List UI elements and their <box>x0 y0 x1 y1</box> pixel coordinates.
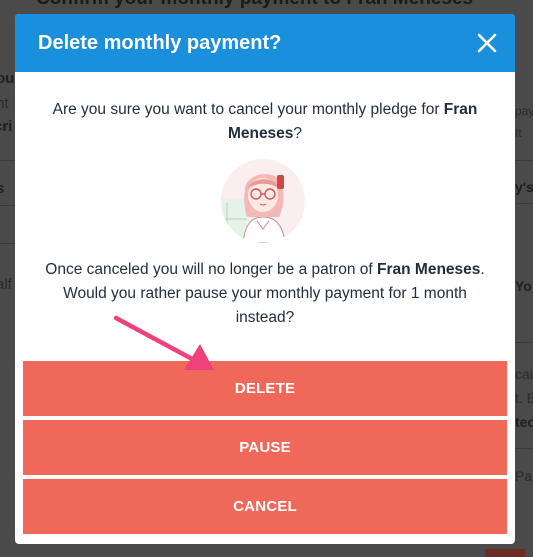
background-fragment: It <box>515 126 522 140</box>
background-fragment: nt <box>0 95 9 112</box>
background-title: Confirm your monthly payment to Fran Men… <box>36 0 473 10</box>
background-fragment: s <box>0 180 5 197</box>
background-divider <box>515 448 533 449</box>
background-divider <box>0 160 15 161</box>
close-icon[interactable] <box>473 29 501 57</box>
background-divider <box>0 205 15 206</box>
delete-payment-dialog: Delete monthly payment? Are you sure you… <box>15 14 515 544</box>
question-suffix: ? <box>293 125 303 142</box>
delete-button[interactable]: DELETE <box>23 361 507 416</box>
background-divider <box>515 342 533 343</box>
creator-avatar <box>221 159 305 243</box>
background-fragment: ou <box>0 70 15 87</box>
background-divider <box>0 243 15 244</box>
background-fragment: alf <box>0 276 12 293</box>
pause-button[interactable]: PAUSE <box>23 420 507 475</box>
cancel-notice: Once canceled you will no longer be a pa… <box>35 258 495 330</box>
background-divider <box>515 203 533 204</box>
background-fragment: cai <box>515 366 533 382</box>
background-fragment: Pa <box>515 468 533 484</box>
background-fragment: t. B <box>515 390 533 406</box>
background-fragment: y's <box>515 179 533 195</box>
cancel-button[interactable]: CANCEL <box>23 479 507 534</box>
background-divider <box>515 160 533 161</box>
confirmation-question: Are you sure you want to cancel your mon… <box>35 98 495 146</box>
background-fragment: Yo <box>515 278 532 294</box>
background-fragment: tec <box>515 414 533 430</box>
notice-prefix: Once canceled you will no longer be a pa… <box>45 261 378 278</box>
notice-creator-name: Fran Meneses <box>377 261 481 278</box>
background-fragment: pay <box>515 104 533 118</box>
dialog-title: Delete monthly payment? <box>38 32 282 54</box>
dialog-header: Delete monthly payment? <box>15 14 515 72</box>
background-fragment: cri <box>0 118 13 135</box>
background-accent <box>485 549 525 557</box>
question-prefix: Are you sure you want to cancel your mon… <box>52 101 444 118</box>
